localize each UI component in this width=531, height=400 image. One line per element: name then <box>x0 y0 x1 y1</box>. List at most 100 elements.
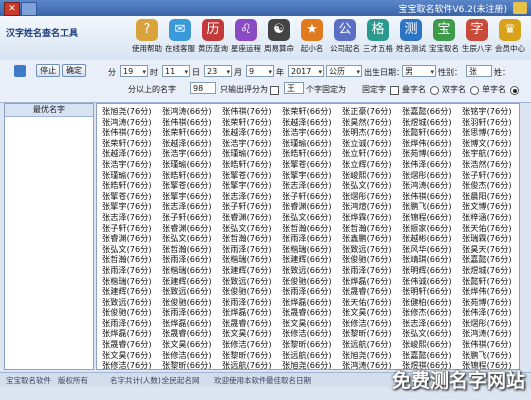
name-result-item[interactable]: 张弘文(76分) <box>342 180 394 191</box>
name-result-item[interactable]: 张雨泽(76分) <box>222 297 274 308</box>
name-result-item[interactable]: 张楷瑞(76分) <box>222 254 274 265</box>
name-result-item[interactable]: 张烨伟(66分) <box>402 138 454 149</box>
name-result-item[interactable]: 张修洁(76分) <box>342 318 394 329</box>
name-result-item[interactable]: 张振家(66分) <box>402 223 454 234</box>
name-result-item[interactable]: 张黎昕(66分) <box>162 360 214 369</box>
double-name-radio[interactable] <box>470 86 479 95</box>
name-result-item[interactable]: 张睿渊(66分) <box>282 201 334 212</box>
minimize-icon[interactable] <box>21 2 37 16</box>
name-result-item[interactable]: 张哲瀚(76分) <box>102 254 154 265</box>
name-result-item[interactable]: 张烨霖(76分) <box>342 212 394 223</box>
name-result-item[interactable]: 张熠彤(76分) <box>342 191 394 202</box>
name-result-item[interactable]: 张雨泽(76分) <box>222 244 274 255</box>
name-result-item[interactable]: 张苑博(66分) <box>402 148 454 159</box>
name-result-item[interactable]: 张靖琪(66分) <box>402 254 454 265</box>
name-result-item[interactable]: 张修洁(66分) <box>282 328 334 339</box>
name-result-item[interactable]: 张致远(76分) <box>342 244 394 255</box>
name-result-item[interactable]: 张伟祺(76分) <box>102 127 154 138</box>
name-result-item[interactable]: 张天佑(76分) <box>342 297 394 308</box>
toolbar-button[interactable]: ☯ 周易算命 <box>263 18 295 58</box>
repeat-name-radio[interactable] <box>430 86 439 95</box>
name-result-item[interactable]: 张伟祺(66分) <box>402 191 454 202</box>
name-result-item[interactable]: 张苑博(76分) <box>462 297 514 308</box>
stop-button[interactable]: 停止 <box>36 64 60 77</box>
name-result-item[interactable]: 张鑫鹏(76分) <box>342 233 394 244</box>
name-result-item[interactable]: 张擎宇(66分) <box>162 191 214 202</box>
refresh-icon[interactable] <box>14 65 26 77</box>
name-result-item[interactable]: 张昊天(76分) <box>462 244 514 255</box>
name-result-item[interactable]: 张旭尧(76分) <box>102 106 154 117</box>
name-result-item[interactable]: 张雨泽(76分) <box>342 265 394 276</box>
name-result-item[interactable]: 张建辉(66分) <box>282 254 334 265</box>
name-result-item[interactable]: 张致远(76分) <box>222 276 274 287</box>
name-result-item[interactable]: 张弘文(76分) <box>222 223 274 234</box>
name-result-item[interactable]: 张楷瑞(66分) <box>282 244 334 255</box>
name-result-item[interactable]: 张修洁(76分) <box>222 339 274 350</box>
name-result-item[interactable]: 张修洁(66分) <box>162 350 214 361</box>
name-result-item[interactable]: 张煜城(66分) <box>402 117 454 128</box>
name-result-item[interactable]: 张鸿煊(76分) <box>342 201 394 212</box>
name-result-item[interactable]: 张雨泽(66分) <box>162 254 214 265</box>
calendar-select[interactable]: 公历 <box>326 65 362 78</box>
name-result-item[interactable]: 张正豪(76分) <box>342 106 394 117</box>
name-result-item[interactable]: 张建辉(66分) <box>162 276 214 287</box>
name-result-item[interactable]: 张雨泽(66分) <box>282 286 334 297</box>
name-result-item[interactable]: 张健柏(66分) <box>402 297 454 308</box>
name-result-item[interactable]: 张瑞霖(76分) <box>462 233 514 244</box>
name-result-item[interactable]: 张鹏飞(66分) <box>402 201 454 212</box>
gender-select[interactable]: 男 <box>402 65 436 78</box>
name-result-item[interactable]: 张浩然(76分) <box>462 159 514 170</box>
name-result-item[interactable]: 张越彬(66分) <box>402 233 454 244</box>
month-select[interactable]: 9 <box>246 65 274 78</box>
score-input[interactable]: 98 <box>190 82 216 94</box>
name-result-item[interactable]: 张俊驰(76分) <box>102 307 154 318</box>
name-result-item[interactable]: 张皓轩(76分) <box>222 159 274 170</box>
name-result-item[interactable]: 张俊驰(66分) <box>282 276 334 287</box>
name-result-item[interactable]: 张志泽(66分) <box>402 318 454 329</box>
name-result-item[interactable]: 张瑾瑜(66分) <box>162 159 214 170</box>
name-result-item[interactable]: 张文昊(76分) <box>102 350 154 361</box>
name-result-item[interactable]: 张烨磊(76分) <box>102 328 154 339</box>
name-result-item[interactable]: 张峻熙(76分) <box>342 170 394 181</box>
name-result-item[interactable]: 张晨阳(76分) <box>462 191 514 202</box>
name-result-item[interactable]: 张皓轩(76分) <box>102 180 154 191</box>
name-result-item[interactable]: 张擎宇(66分) <box>282 170 334 181</box>
name-result-item[interactable]: 张擎苍(76分) <box>102 191 154 202</box>
name-result-item[interactable]: 张志泽(66分) <box>162 201 214 212</box>
name-result-item[interactable]: 张哲瀚(66分) <box>282 223 334 234</box>
name-result-item[interactable]: 张擎苍(66分) <box>282 159 334 170</box>
name-result-item[interactable]: 张黎昕(66分) <box>282 339 334 350</box>
name-result-item[interactable]: 张昊然(76分) <box>342 117 394 128</box>
name-result-item[interactable]: 张弘文(66分) <box>282 212 334 223</box>
name-result-item[interactable]: 张锦程(66分) <box>402 212 454 223</box>
name-result-item[interactable]: 张立轩(76分) <box>342 148 394 159</box>
name-result-item[interactable]: 张鸿涛(66分) <box>402 180 454 191</box>
toolbar-button[interactable]: ♛ 会员中心 <box>494 18 526 58</box>
name-result-item[interactable]: 张子轩(66分) <box>162 212 214 223</box>
name-result-item[interactable]: 张浩宇(76分) <box>222 138 274 149</box>
name-result-item[interactable]: 张博文(76分) <box>462 138 514 149</box>
name-result-item[interactable]: 张哲瀚(66分) <box>162 244 214 255</box>
name-result-item[interactable]: 张文昊(76分) <box>342 307 394 318</box>
name-result-item[interactable]: 张远航(66分) <box>282 350 334 361</box>
name-result-item[interactable]: 张伟诚(66分) <box>402 276 454 287</box>
toolbar-button[interactable]: ? 使用帮助 <box>131 18 163 58</box>
name-result-item[interactable]: 张立诚(76分) <box>342 138 394 149</box>
name-result-item[interactable]: 张越泽(66分) <box>282 117 334 128</box>
name-result-item[interactable]: 张浩宇(76分) <box>102 159 154 170</box>
name-result-item[interactable]: 张弘文(66分) <box>162 233 214 244</box>
name-result-item[interactable]: 张伟泽(76分) <box>462 307 514 318</box>
name-result-item[interactable]: 张黎昕(76分) <box>222 350 274 361</box>
name-result-item[interactable]: 张睿渊(76分) <box>102 233 154 244</box>
name-result-item[interactable]: 张哲瀚(76分) <box>342 223 394 234</box>
toolbar-button[interactable]: 测姓名测试 <box>395 18 427 58</box>
name-result-item[interactable]: 张俊驰(76分) <box>342 254 394 265</box>
toolbar-button[interactable]: 公公司起名 <box>329 18 361 58</box>
name-result-item[interactable]: 张羽轩(76分) <box>462 117 514 128</box>
name-result-item[interactable]: 张浩宇(66分) <box>162 148 214 159</box>
name-result-item[interactable]: 张睿渊(76分) <box>222 212 274 223</box>
name-result-item[interactable]: 张子轩(76分) <box>222 201 274 212</box>
fixed-char-input[interactable]: 王 <box>284 82 304 94</box>
name-result-item[interactable]: 张嘉懿(66分) <box>402 350 454 361</box>
name-result-item[interactable]: 张雨泽(66分) <box>162 307 214 318</box>
